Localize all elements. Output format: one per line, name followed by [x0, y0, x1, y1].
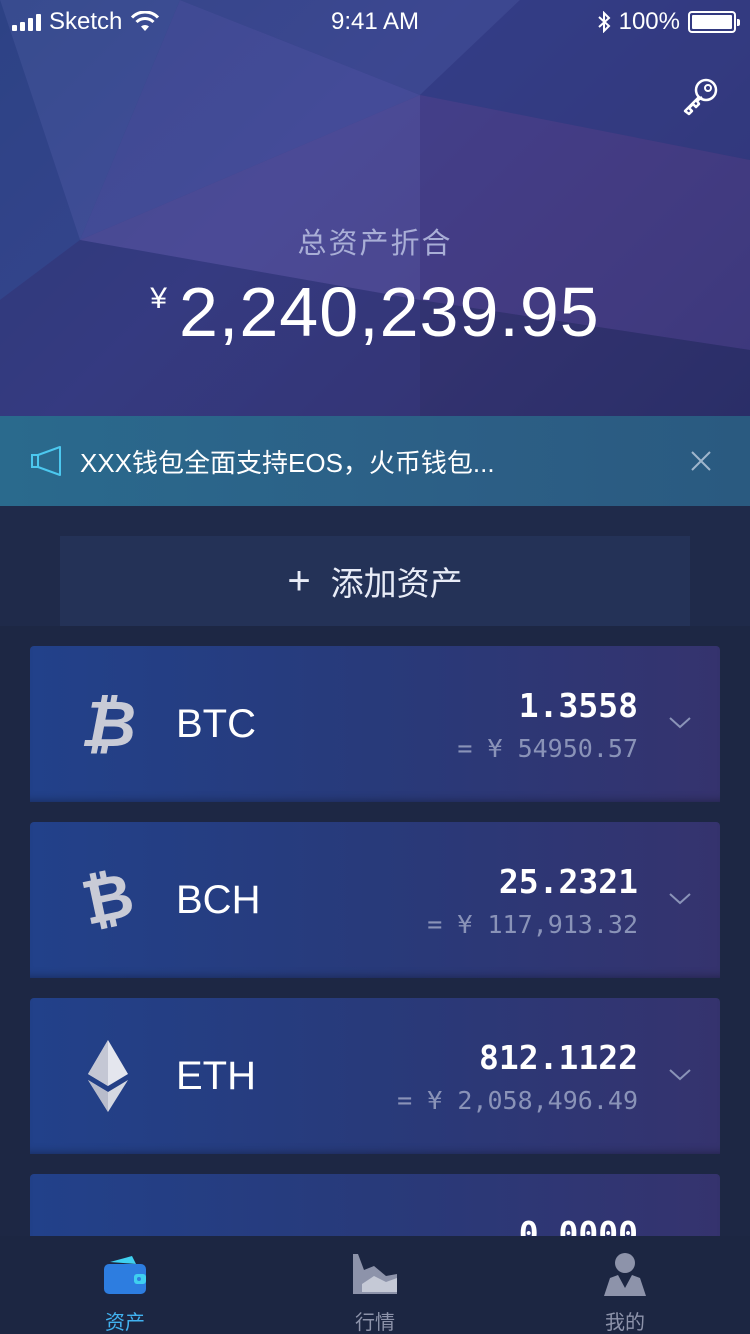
tab-market-label: 行情 — [355, 1312, 395, 1334]
asset-list: ₿ BTC 1.3558 = ¥ 54950.57 ₿ BCH 25.2321 … — [0, 626, 750, 1330]
total-assets-label: 总资产折合 — [297, 228, 453, 260]
battery-icon — [688, 11, 740, 33]
total-amount: 2,240,239.95 — [178, 273, 600, 351]
tab-market[interactable]: 行情 — [250, 1236, 500, 1334]
asset-card[interactable]: ETH 812.1122 = ¥ 2,058,496.49 — [30, 998, 720, 1154]
tab-profile[interactable]: 我的 — [500, 1236, 750, 1334]
asset-row-eth[interactable]: ETH 812.1122 = ¥ 2,058,496.49 — [0, 978, 750, 1154]
header: Sketch 9:41 AM 100% 总资产折合 ¥2,240,239.95 — [0, 0, 750, 416]
status-bar: Sketch 9:41 AM 100% — [0, 0, 750, 40]
asset-fiat-value: = ¥ 117,913.32 — [427, 910, 638, 939]
asset-amount: 25.2321 — [498, 862, 638, 901]
asset-symbol: BTC — [176, 702, 256, 746]
tab-assets[interactable]: 资产 — [0, 1236, 250, 1334]
asset-row-btc[interactable]: ₿ BTC 1.3558 = ¥ 54950.57 — [0, 626, 750, 802]
asset-fiat-value: = ¥ 2,058,496.49 — [397, 1086, 638, 1115]
chevron-down-icon[interactable] — [668, 716, 692, 730]
asset-symbol: ETH — [176, 1054, 256, 1098]
key-icon[interactable] — [680, 74, 722, 116]
megaphone-icon — [31, 446, 61, 476]
profile-icon — [604, 1253, 646, 1296]
ethereum-icon — [88, 1040, 128, 1112]
notice-text: XXX钱包全面支持EOS，火币钱包... — [80, 447, 495, 478]
tab-assets-label: 资产 — [105, 1312, 145, 1334]
bitcoin-cash-icon: ₿ — [80, 864, 136, 936]
notice-banner[interactable]: XXX钱包全面支持EOS，火币钱包... — [0, 416, 750, 506]
add-asset-section: + 添加资产 — [0, 506, 750, 626]
wallet-icon — [104, 1256, 146, 1294]
asset-card[interactable]: ₿ BCH 25.2321 = ¥ 117,913.32 — [30, 822, 720, 978]
asset-card[interactable]: ₿ BTC 1.3558 = ¥ 54950.57 — [30, 646, 720, 802]
add-asset-button[interactable]: + 添加资产 — [60, 536, 690, 626]
plus-icon: + — [287, 558, 311, 603]
total-assets-value: ¥2,240,239.95 — [0, 272, 750, 352]
asset-row-bch[interactable]: ₿ BCH 25.2321 = ¥ 117,913.32 — [0, 802, 750, 978]
background-facets — [0, 0, 750, 416]
tab-bar: 资产 行情 我的 — [0, 1236, 750, 1334]
asset-amount: 812.1122 — [479, 1038, 638, 1077]
asset-symbol: BCH — [176, 878, 261, 922]
add-asset-label: 添加资产 — [330, 565, 463, 602]
battery-percent: 100% — [618, 8, 680, 35]
tab-profile-label: 我的 — [605, 1312, 645, 1334]
chart-icon — [353, 1254, 397, 1294]
svg-text:₿: ₿ — [80, 688, 136, 760]
currency-symbol: ¥ — [150, 282, 167, 315]
bluetooth-icon — [597, 11, 611, 33]
asset-fiat-value: = ¥ 54950.57 — [457, 734, 638, 763]
bitcoin-icon: ₿ — [80, 688, 136, 760]
svg-text:₿: ₿ — [80, 864, 136, 936]
asset-amount: 1.3558 — [518, 686, 638, 725]
chevron-down-icon[interactable] — [668, 1068, 692, 1082]
close-icon[interactable] — [690, 450, 712, 472]
chevron-down-icon[interactable] — [668, 892, 692, 906]
